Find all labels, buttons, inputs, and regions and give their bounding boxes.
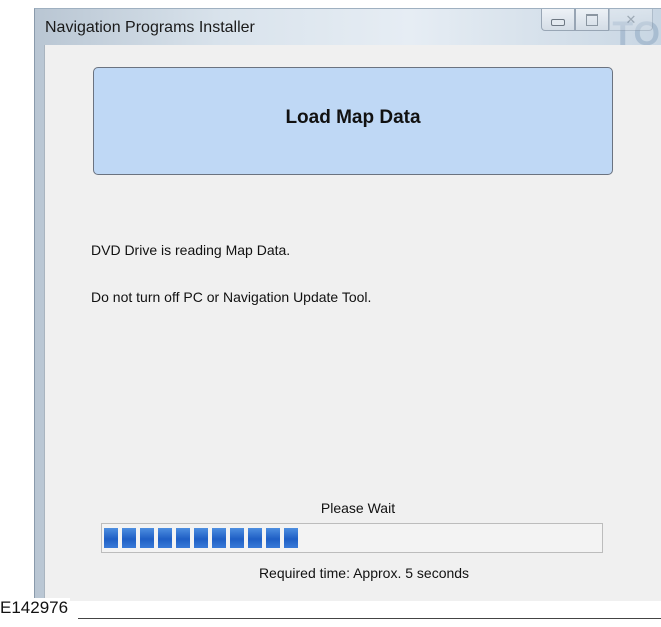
status-message: DVD Drive is reading Map Data. [91,242,291,258]
progress-bar [101,523,603,553]
progress-segment [176,528,190,548]
close-icon: ✕ [625,12,637,27]
figure-rule [78,618,661,619]
maximize-button[interactable] [575,9,609,31]
progress-segment [158,528,172,548]
progress-segment [248,528,262,548]
progress-segment [104,528,118,548]
please-wait-label: Please Wait [320,500,396,516]
progress-segment [284,528,298,548]
close-button[interactable]: ✕ [609,9,653,31]
window-title: Navigation Programs Installer [45,19,255,36]
minimize-icon [551,19,565,26]
warning-message: Do not turn off PC or Navigation Update … [91,289,372,305]
progress-segment [122,528,136,548]
progress-segment [230,528,244,548]
progress-segment [212,528,226,548]
client-area: Load Map Data DVD Drive is reading Map D… [44,45,661,601]
required-time-label: Required time: Approx. 5 seconds [258,565,470,581]
caption-buttons: ✕ [541,9,653,33]
title-bar[interactable]: Navigation Programs Installer TO ✕ [35,9,661,53]
progress-segment [194,528,208,548]
header-title: Load Map Data [285,107,421,128]
figure-id: E142976 [0,598,71,618]
header-panel: Load Map Data [93,67,613,175]
progress-fill [104,528,298,548]
page: Navigation Programs Installer TO ✕ Load … [0,0,661,627]
progress-segment [140,528,154,548]
maximize-icon [586,13,598,26]
progress-segment [266,528,280,548]
minimize-button[interactable] [541,9,575,31]
installer-window: Navigation Programs Installer TO ✕ Load … [34,8,661,601]
